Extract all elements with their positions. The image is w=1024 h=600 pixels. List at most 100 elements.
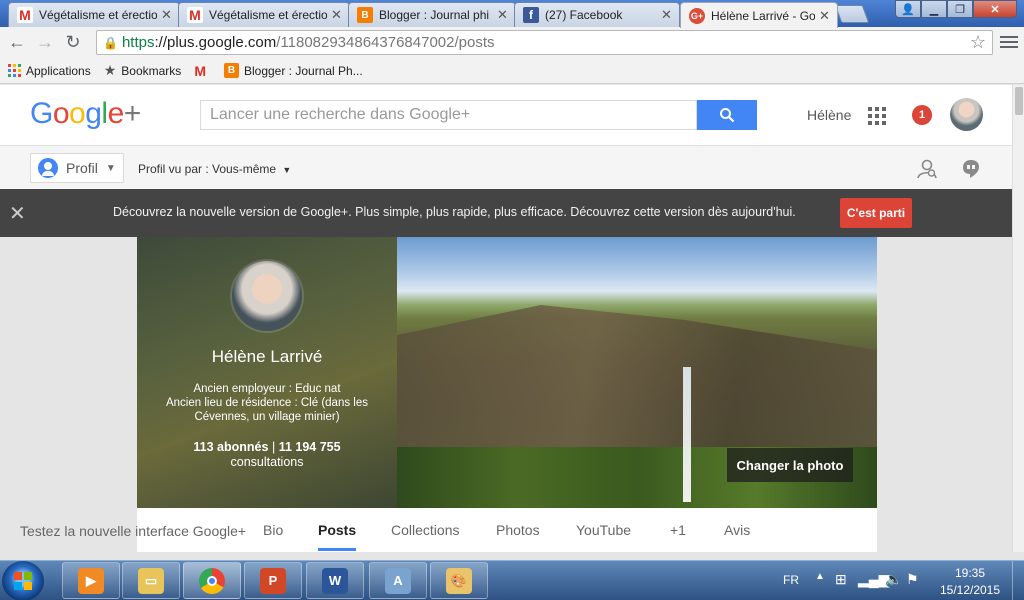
tab-plus-one[interactable]: +1 xyxy=(670,522,686,538)
notification-badge[interactable]: 1 xyxy=(912,105,932,125)
browser-tab-label: Végétalisme et érectio xyxy=(39,8,157,22)
person-icon xyxy=(38,158,58,178)
new-tab-button[interactable] xyxy=(834,5,870,23)
windows-flag-icon[interactable]: ⊞ xyxy=(835,571,847,588)
close-tab-icon[interactable]: ✕ xyxy=(497,7,509,23)
reload-icon[interactable]: ↻ xyxy=(62,31,84,53)
scrollbar-thumb[interactable] xyxy=(1015,87,1023,115)
minimize-button[interactable]: ▁ xyxy=(921,0,947,18)
avatar[interactable] xyxy=(950,98,983,131)
taskbar-publisher[interactable]: A xyxy=(369,562,427,599)
facebook-icon: f xyxy=(523,7,539,23)
blogger-icon: B xyxy=(223,63,239,78)
paint-palette-icon: 🎨 xyxy=(446,567,472,594)
profile-dropdown-button[interactable]: Profil ▼ xyxy=(30,153,124,183)
gmail-icon: M xyxy=(17,7,33,23)
bookmark-star-icon[interactable]: ☆ xyxy=(970,32,986,53)
profile-tabs: Bio Posts Collections Photos YouTube +1 … xyxy=(137,508,877,552)
action-center-flag-icon[interactable]: ⚑ xyxy=(906,571,919,588)
profile-name: Hélène Larrivé xyxy=(211,347,323,366)
browser-tab[interactable]: B Blogger : Journal phi ✕ xyxy=(348,2,516,27)
viewed-as-selector[interactable]: Profil vu par : Vous-même ▼ xyxy=(138,162,291,176)
bookmark-blogger[interactable]: B Blogger : Journal Ph... xyxy=(223,63,363,78)
chrome-menu-icon[interactable] xyxy=(1000,33,1018,51)
share-people-icon[interactable] xyxy=(916,159,938,184)
try-new-interface-link[interactable]: Testez la nouvelle interface Google+ xyxy=(20,523,246,539)
close-tab-icon[interactable]: ✕ xyxy=(661,7,673,23)
tab-posts[interactable]: Posts xyxy=(318,522,356,538)
clock-date[interactable]: 15/12/2015 xyxy=(935,583,1005,597)
user-name-link[interactable]: Hélène xyxy=(807,107,851,123)
browser-tab-label: Végétalisme et érectio xyxy=(209,8,327,22)
show-hidden-icons[interactable]: ▲ xyxy=(815,571,825,582)
residence-info-cont: Cévennes, un village minier) xyxy=(194,411,340,423)
chevron-down-icon: ▼ xyxy=(282,165,292,175)
apps-grid-icon[interactable] xyxy=(868,107,886,125)
tab-collections[interactable]: Collections xyxy=(391,522,459,538)
language-indicator[interactable]: FR xyxy=(783,573,799,587)
hangouts-quote-icon xyxy=(963,160,979,178)
apps-icon xyxy=(8,64,21,77)
try-new-version-button[interactable]: C'est parti xyxy=(840,198,912,228)
tab-youtube[interactable]: YouTube xyxy=(576,522,631,538)
browser-tab[interactable]: M Végétalisme et érectio ✕ xyxy=(178,2,350,27)
tab-bio[interactable]: Bio xyxy=(263,522,283,538)
back-arrow-icon[interactable]: ← xyxy=(6,31,28,53)
taskbar-chrome[interactable] xyxy=(183,562,241,599)
close-icon[interactable]: ✕ xyxy=(9,201,26,226)
taskbar-explorer[interactable]: ▭ xyxy=(122,562,180,599)
views-count: 11 194 755 xyxy=(278,440,341,454)
windows-taskbar: ▶ ▭ P W A 🎨 FR ▲ ⊞ ▂▄▆ 🔈 ⚑ 19:35 15/12/2… xyxy=(0,560,1024,600)
close-tab-icon[interactable]: ✕ xyxy=(331,7,343,23)
profile-cover-card: Hélène Larrivé Ancien employeur : Educ n… xyxy=(137,237,877,552)
profile-stats: 113 abonnés | 11 194 755 consultations xyxy=(137,440,397,470)
close-tab-icon[interactable]: ✕ xyxy=(819,8,831,24)
gplus-header: Google+ Lancer une recherche dans Google… xyxy=(0,85,1012,145)
taskbar-powerpoint[interactable]: P xyxy=(244,562,302,599)
search-input[interactable]: Lancer une recherche dans Google+ xyxy=(200,100,697,130)
browser-tab[interactable]: M Végétalisme et érectio ✕ xyxy=(8,2,180,27)
search-icon xyxy=(720,108,735,123)
profile-avatar[interactable] xyxy=(232,261,302,331)
hangouts-icon[interactable] xyxy=(962,159,980,184)
forward-arrow-icon[interactable]: → xyxy=(34,31,56,53)
google-plus-logo[interactable]: Google+ xyxy=(30,97,141,131)
change-photo-button[interactable]: Changer la photo xyxy=(727,448,853,482)
browser-tab-active[interactable]: G+ Hélène Larrivé - Goog ✕ xyxy=(680,2,838,28)
chrome-icon xyxy=(199,567,225,594)
address-bar[interactable]: 🔒 https://plus.google.com/11808293486437… xyxy=(96,30,993,55)
taskbar-media-player[interactable]: ▶ xyxy=(62,562,120,599)
page-scrollbar[interactable] xyxy=(1012,85,1024,552)
lock-icon: 🔒 xyxy=(103,35,118,50)
tab-photos[interactable]: Photos xyxy=(496,522,540,538)
taskbar-word[interactable]: W xyxy=(306,562,364,599)
maximize-button[interactable]: ❐ xyxy=(947,0,973,18)
residence-info: Ancien lieu de résidence : Clé (dans les xyxy=(165,397,368,409)
cover-waterfall xyxy=(683,367,691,502)
bookmark-applications[interactable]: Applications xyxy=(8,64,91,78)
bookmark-gmail[interactable]: M xyxy=(194,63,211,79)
browser-tab-strip: M Végétalisme et érectio ✕ M Végétalisme… xyxy=(0,0,1024,28)
tab-reviews[interactable]: Avis xyxy=(724,522,750,538)
volume-icon[interactable]: 🔈 xyxy=(885,571,902,588)
followers-count[interactable]: 113 abonnés xyxy=(193,440,268,454)
user-profile-icon[interactable]: 👤 xyxy=(895,0,921,18)
bookmarks-bar: Applications ★ Bookmarks M B Blogger : J… xyxy=(0,58,1024,84)
close-tab-icon[interactable]: ✕ xyxy=(161,7,173,23)
close-window-button[interactable]: ✕ xyxy=(973,0,1017,18)
show-desktop-button[interactable] xyxy=(1012,561,1024,600)
url-scheme: https xyxy=(121,34,155,51)
page-viewport: Google+ Lancer une recherche dans Google… xyxy=(0,85,1012,552)
search-button[interactable] xyxy=(697,100,757,130)
cover-photo: Changer la photo xyxy=(397,237,877,508)
profile-button-label: Profil xyxy=(66,160,98,176)
star-icon: ★ xyxy=(103,62,117,78)
taskbar-paint[interactable]: 🎨 xyxy=(430,562,488,599)
active-tab-indicator xyxy=(318,548,356,551)
bookmark-bookmarks[interactable]: ★ Bookmarks xyxy=(104,62,182,79)
browser-tab[interactable]: f (27) Facebook ✕ xyxy=(514,2,680,27)
profile-info-panel: Hélène Larrivé Ancien employeur : Educ n… xyxy=(137,237,397,508)
clock-time[interactable]: 19:35 xyxy=(940,566,1000,580)
bookmark-label: Blogger : Journal Ph... xyxy=(243,63,363,78)
start-button[interactable] xyxy=(2,561,44,600)
